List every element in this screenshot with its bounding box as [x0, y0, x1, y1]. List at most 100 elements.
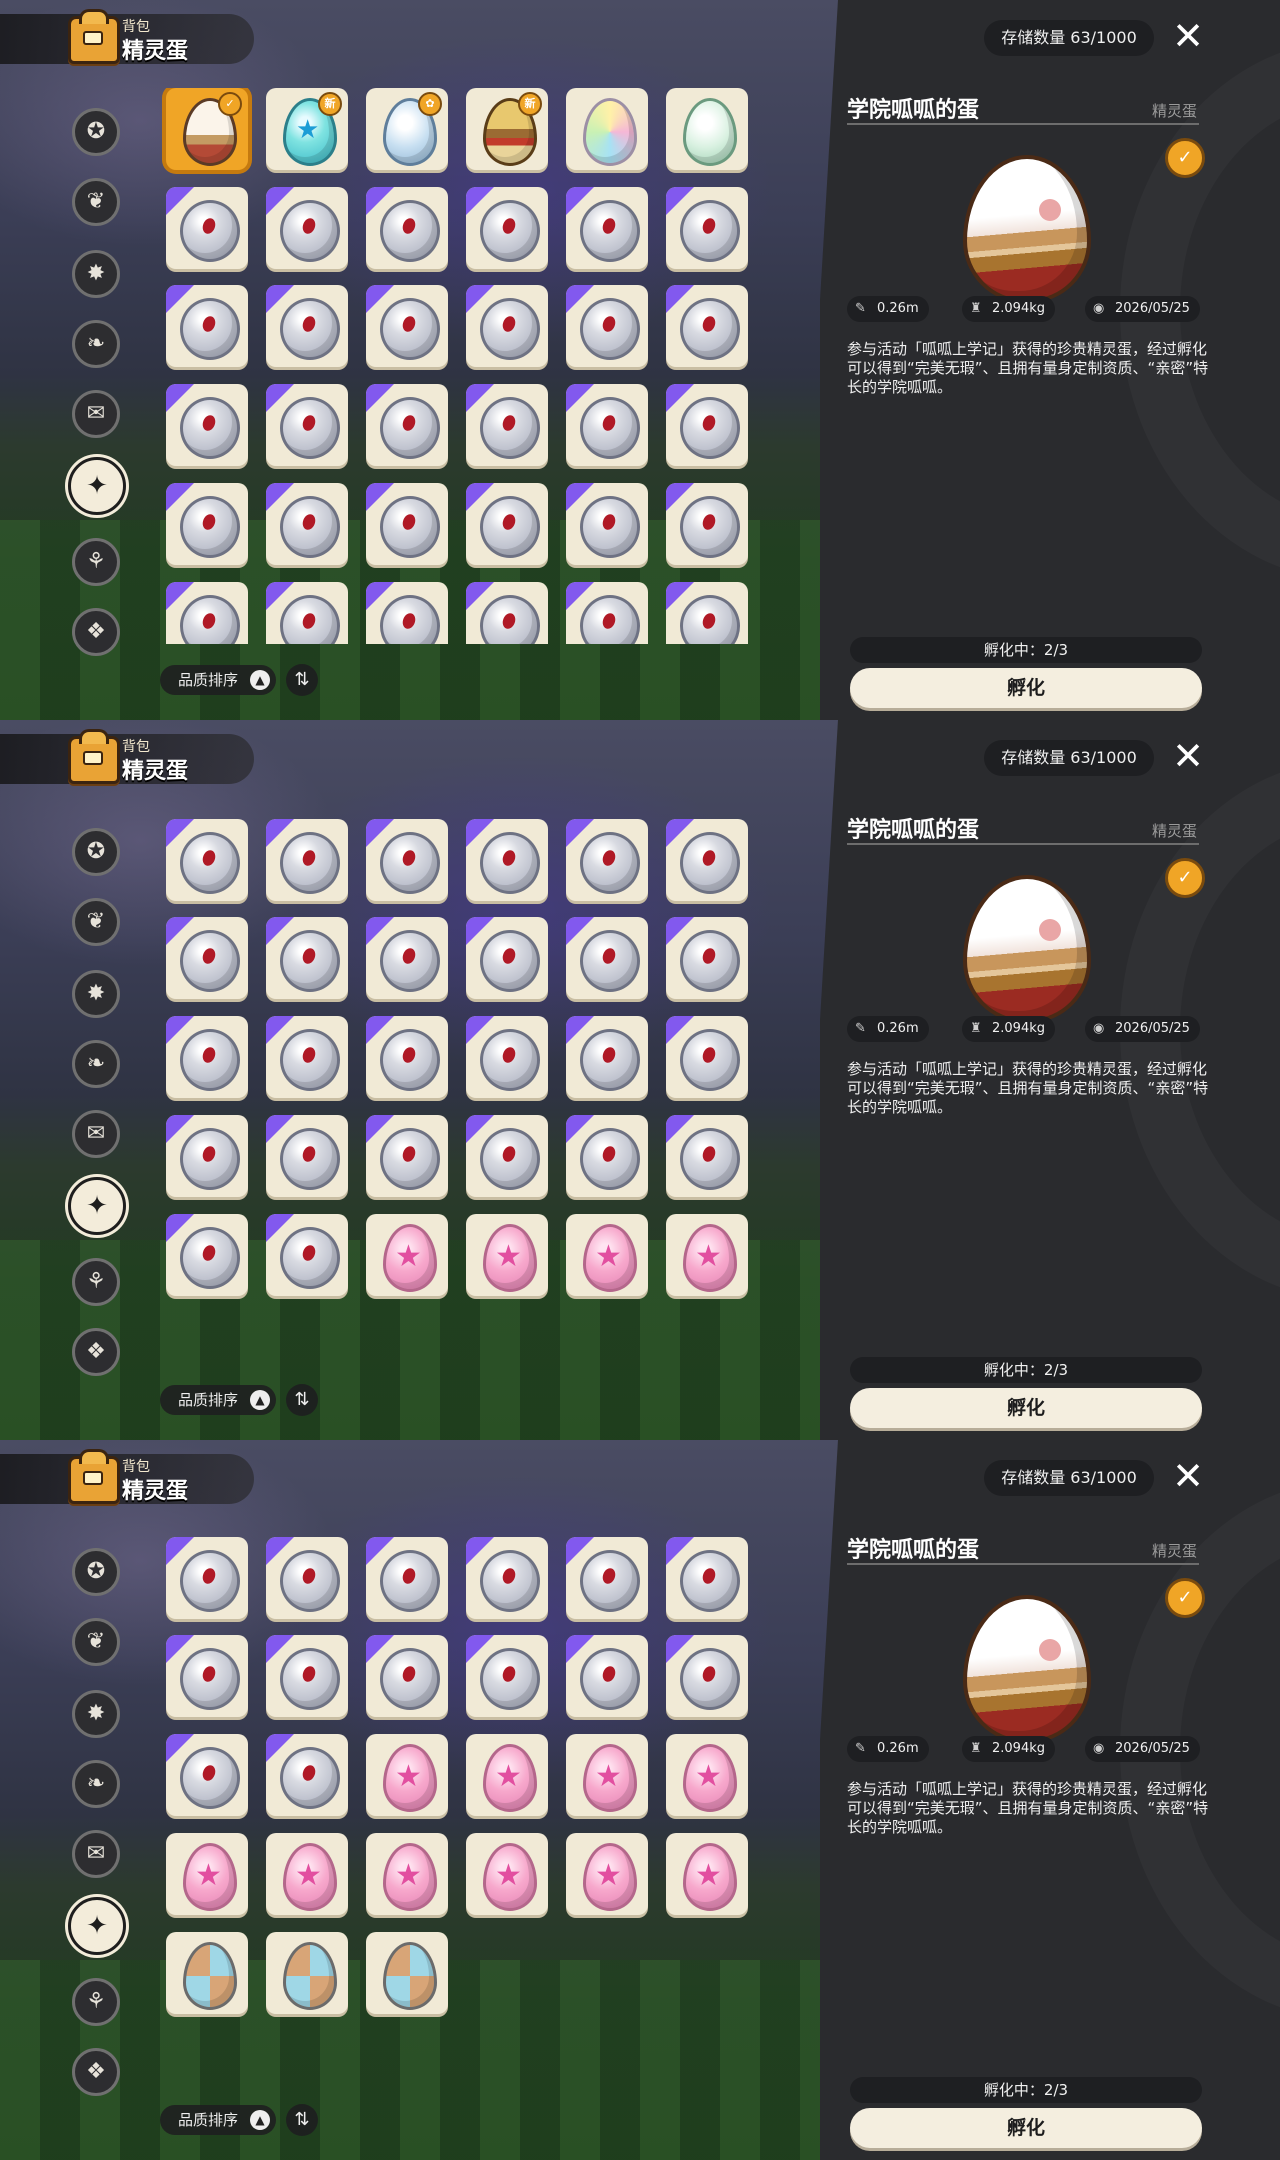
egg-slot[interactable]: [466, 384, 548, 466]
egg-slot[interactable]: [466, 1115, 548, 1197]
sparkle-icon[interactable]: ✸: [72, 250, 120, 298]
egg-slot[interactable]: [666, 483, 748, 565]
egg-slot[interactable]: [166, 384, 248, 466]
egg-slot[interactable]: [666, 582, 748, 644]
chest-icon[interactable]: ❖: [72, 608, 120, 656]
plant-icon[interactable]: ❧: [72, 320, 120, 368]
close-icon[interactable]: ✕: [1168, 736, 1208, 776]
close-icon[interactable]: ✕: [1168, 16, 1208, 56]
egg-slot[interactable]: [666, 1115, 748, 1197]
egg-slot[interactable]: [466, 285, 548, 367]
egg-slot[interactable]: [466, 582, 548, 644]
egg-slot[interactable]: [566, 1734, 648, 1816]
egg-slot[interactable]: [466, 917, 548, 999]
egg-slot[interactable]: [566, 1115, 648, 1197]
egg-slot[interactable]: ✓: [166, 88, 248, 170]
scroll-icon[interactable]: ✉: [72, 1110, 120, 1158]
egg-slot[interactable]: [566, 88, 648, 170]
egg-slot[interactable]: [566, 917, 648, 999]
egg-slot[interactable]: [466, 1214, 548, 1296]
sort-order-icon[interactable]: ⇅: [286, 664, 318, 696]
sort-order-icon[interactable]: ⇅: [286, 2104, 318, 2136]
egg-slot[interactable]: [166, 285, 248, 367]
egg-slot[interactable]: [566, 483, 648, 565]
plant-icon[interactable]: ❧: [72, 1040, 120, 1088]
egg-slot[interactable]: [466, 819, 548, 901]
leaf-icon[interactable]: ❦: [72, 1618, 120, 1666]
egg-slot[interactable]: [366, 1833, 448, 1915]
egg-slot[interactable]: [266, 1635, 348, 1717]
egg-slot[interactable]: [266, 1734, 348, 1816]
egg-slot[interactable]: [266, 819, 348, 901]
egg-slot[interactable]: [266, 285, 348, 367]
egg-slot[interactable]: [166, 1932, 248, 2014]
egg-slot[interactable]: [166, 1016, 248, 1098]
egg-slot[interactable]: [566, 1537, 648, 1619]
egg-slot[interactable]: [666, 187, 748, 269]
egg-slot[interactable]: [366, 1635, 448, 1717]
egg-slot[interactable]: [466, 1537, 548, 1619]
egg-slot[interactable]: [666, 1214, 748, 1296]
egg-slot[interactable]: [366, 582, 448, 644]
quality-sort-button[interactable]: 品质排序 ▲: [160, 1385, 276, 1415]
egg-slot[interactable]: [666, 1734, 748, 1816]
leaf-icon[interactable]: ❦: [72, 178, 120, 226]
leaf-icon[interactable]: ❦: [72, 898, 120, 946]
chest-icon[interactable]: ❖: [72, 1328, 120, 1376]
scroll-icon[interactable]: ✉: [72, 1830, 120, 1878]
egg-slot[interactable]: [266, 1833, 348, 1915]
egg-slot[interactable]: [666, 917, 748, 999]
egg-slot[interactable]: [166, 1537, 248, 1619]
egg-category-icon[interactable]: ✦: [68, 1897, 126, 1955]
egg-slot[interactable]: [566, 285, 648, 367]
egg-slot[interactable]: [166, 1734, 248, 1816]
egg-slot[interactable]: [366, 285, 448, 367]
hatch-button[interactable]: 孵化: [850, 668, 1202, 708]
star-badge-icon[interactable]: ✪: [72, 1548, 120, 1596]
egg-slot[interactable]: [666, 1016, 748, 1098]
egg-slot[interactable]: [566, 582, 648, 644]
egg-slot[interactable]: [566, 384, 648, 466]
egg-slot[interactable]: [266, 582, 348, 644]
egg-slot[interactable]: [166, 582, 248, 644]
egg-slot[interactable]: 新: [266, 88, 348, 170]
egg-slot[interactable]: [366, 1016, 448, 1098]
close-icon[interactable]: ✕: [1168, 1456, 1208, 1496]
egg-slot[interactable]: [266, 1932, 348, 2014]
egg-slot[interactable]: [466, 483, 548, 565]
sparkle-icon[interactable]: ✸: [72, 970, 120, 1018]
egg-slot[interactable]: [666, 1537, 748, 1619]
egg-slot[interactable]: [166, 483, 248, 565]
egg-slot[interactable]: ✿: [366, 88, 448, 170]
chest-icon[interactable]: ❖: [72, 2048, 120, 2096]
egg-slot[interactable]: [366, 1932, 448, 2014]
egg-slot[interactable]: [666, 1833, 748, 1915]
egg-slot[interactable]: 新: [466, 88, 548, 170]
egg-slot[interactable]: [666, 1635, 748, 1717]
egg-slot[interactable]: [566, 819, 648, 901]
egg-slot[interactable]: [366, 819, 448, 901]
egg-slot[interactable]: [166, 1833, 248, 1915]
egg-slot[interactable]: [566, 1635, 648, 1717]
egg-slot[interactable]: [566, 1016, 648, 1098]
egg-slot[interactable]: [266, 1214, 348, 1296]
egg-slot[interactable]: [266, 384, 348, 466]
egg-slot[interactable]: [266, 1016, 348, 1098]
egg-slot[interactable]: [266, 483, 348, 565]
egg-slot[interactable]: [466, 187, 548, 269]
egg-slot[interactable]: [566, 1214, 648, 1296]
egg-slot[interactable]: [366, 917, 448, 999]
egg-slot[interactable]: [366, 1115, 448, 1197]
egg-slot[interactable]: [666, 819, 748, 901]
egg-slot[interactable]: [266, 1115, 348, 1197]
egg-slot[interactable]: [166, 1115, 248, 1197]
egg-slot[interactable]: [266, 1537, 348, 1619]
plant-icon[interactable]: ❧: [72, 1760, 120, 1808]
egg-slot[interactable]: [366, 384, 448, 466]
egg-slot[interactable]: [366, 187, 448, 269]
acorn-icon[interactable]: ⚘: [72, 1978, 120, 2026]
egg-slot[interactable]: [666, 384, 748, 466]
scroll-icon[interactable]: ✉: [72, 390, 120, 438]
star-badge-icon[interactable]: ✪: [72, 828, 120, 876]
egg-slot[interactable]: [166, 1635, 248, 1717]
